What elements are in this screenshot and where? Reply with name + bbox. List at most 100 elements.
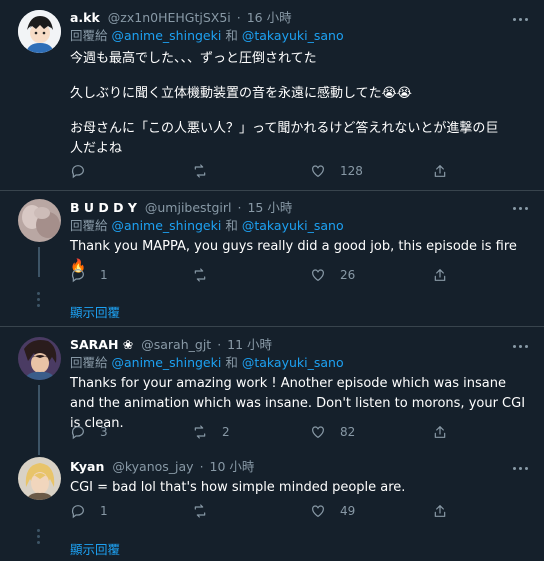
retweet-button[interactable] xyxy=(192,502,222,520)
tweet-paragraph: CGI = bad lol that's how simple minded p… xyxy=(70,480,406,495)
avatar-image xyxy=(18,199,61,242)
retweet-count: 2 xyxy=(222,425,230,439)
thread-dots xyxy=(37,292,41,310)
display-name[interactable]: SARAH ❀ xyxy=(70,337,133,352)
share-button[interactable] xyxy=(432,266,458,284)
avatar-image xyxy=(18,337,61,380)
like-count: 49 xyxy=(340,504,356,518)
tweet-timestamp[interactable]: 11 小時 xyxy=(227,337,272,352)
reply-button[interactable]: 1 xyxy=(70,502,108,520)
share-button[interactable] xyxy=(432,423,458,441)
reply-and: 和 xyxy=(225,28,238,43)
tweet-3[interactable]: SARAH ❀ @sarah_gjt · 11 小時 回覆給 @anime_sh… xyxy=(0,327,544,455)
avatar-image xyxy=(18,10,61,53)
share-icon xyxy=(434,426,446,438)
reply-count: 1 xyxy=(100,268,108,282)
retweet-button[interactable] xyxy=(192,266,222,284)
share-icon xyxy=(434,269,446,281)
like-count: 26 xyxy=(340,268,356,282)
tweet-actions: 128 xyxy=(70,162,470,180)
avatar[interactable] xyxy=(18,337,61,380)
thread-dots xyxy=(37,529,41,547)
separator-dot: · xyxy=(236,10,241,25)
mention-link[interactable]: @anime_shingeki xyxy=(112,28,222,43)
reply-context: 回覆給 @anime_shingeki 和 @takayuki_sano xyxy=(70,218,532,234)
tweet-actions: 1 26 xyxy=(70,266,470,284)
display-name[interactable]: Kyan xyxy=(70,459,104,474)
reply-prefix: 回覆給 xyxy=(70,28,108,43)
tweet-timestamp[interactable]: 16 小時 xyxy=(247,10,292,25)
reply-icon xyxy=(71,165,84,179)
avatar-image xyxy=(18,457,61,500)
retweet-icon xyxy=(194,504,206,518)
tweet-timestamp[interactable]: 15 小時 xyxy=(247,200,292,215)
more-options-icon[interactable] xyxy=(513,339,529,353)
display-name[interactable]: B U D D Y xyxy=(70,200,137,215)
reply-prefix: 回覆給 xyxy=(70,218,108,233)
share-icon xyxy=(434,505,446,517)
tweet-actions: 1 49 xyxy=(70,502,470,520)
tweet-4[interactable]: Kyan @kyanos_jay · 10 小時 CGI = bad lol t… xyxy=(0,452,544,561)
tweet-1[interactable]: a.kk @zx1n0HEHGtjSX5i · 16 小時 回覆給 @anime… xyxy=(0,0,544,190)
show-replies-link[interactable]: 顯示回覆 xyxy=(70,539,120,558)
tweet-paragraph: 今週も最高でした、、、ずっと圧倒されてた xyxy=(70,51,317,66)
reply-button[interactable]: 3 xyxy=(70,423,108,441)
thread-line xyxy=(38,385,40,455)
tweet-header: B U D D Y @umjibestgirl · 15 小時 xyxy=(70,200,532,216)
mention-link[interactable]: @takayuki_sano xyxy=(242,218,344,233)
mention-link[interactable]: @anime_shingeki xyxy=(112,355,222,370)
mention-link[interactable]: @takayuki_sano xyxy=(242,28,344,43)
display-name[interactable]: a.kk xyxy=(70,10,100,25)
heart-icon xyxy=(312,165,324,178)
like-button[interactable]: 128 xyxy=(310,162,363,180)
avatar[interactable] xyxy=(18,199,61,242)
user-handle[interactable]: @umjibestgirl xyxy=(145,200,232,215)
avatar[interactable] xyxy=(18,457,61,500)
tweet-actions: 3 2 82 xyxy=(70,423,470,441)
reply-count: 1 xyxy=(100,504,108,518)
user-handle[interactable]: @kyanos_jay xyxy=(112,459,193,474)
retweet-button[interactable]: 2 xyxy=(192,423,230,441)
user-handle[interactable]: @sarah_gjt xyxy=(141,337,211,352)
share-icon xyxy=(434,165,446,177)
reply-and: 和 xyxy=(225,355,238,370)
reply-button[interactable]: 1 xyxy=(70,266,108,284)
separator-dot: · xyxy=(217,337,222,352)
show-replies-link[interactable]: 顯示回覆 xyxy=(70,302,120,321)
tweet-text: 今週も最高でした、、、ずっと圧倒されてた 久しぶりに聞く立体機動装置の音を永遠に… xyxy=(70,49,532,159)
reply-context: 回覆給 @anime_shingeki 和 @takayuki_sano xyxy=(70,28,532,44)
tweet-header: SARAH ❀ @sarah_gjt · 11 小時 xyxy=(70,337,532,353)
reply-icon xyxy=(71,505,84,519)
reply-prefix: 回覆給 xyxy=(70,355,108,370)
tweet-2[interactable]: B U D D Y @umjibestgirl · 15 小時 回覆給 @ani… xyxy=(0,191,544,326)
separator-dot: · xyxy=(237,200,242,215)
reply-icon xyxy=(71,269,84,283)
like-button[interactable]: 82 xyxy=(310,423,355,441)
tweet-text: CGI = bad lol that's how simple minded p… xyxy=(70,478,532,498)
reply-context: 回覆給 @anime_shingeki 和 @takayuki_sano xyxy=(70,355,532,371)
separator-dot: · xyxy=(199,459,204,474)
like-button[interactable]: 49 xyxy=(310,502,355,520)
more-options-icon[interactable] xyxy=(513,461,529,475)
reply-icon xyxy=(71,426,84,440)
more-options-icon[interactable] xyxy=(513,12,529,26)
retweet-icon xyxy=(194,164,206,178)
mention-link[interactable]: @takayuki_sano xyxy=(242,355,344,370)
reply-count: 3 xyxy=(100,425,108,439)
retweet-icon xyxy=(194,425,206,439)
heart-icon xyxy=(312,426,324,439)
share-button[interactable] xyxy=(432,162,458,180)
avatar[interactable] xyxy=(18,10,61,53)
mention-link[interactable]: @anime_shingeki xyxy=(112,218,222,233)
share-button[interactable] xyxy=(432,502,458,520)
more-options-icon[interactable] xyxy=(513,201,529,215)
retweet-button[interactable] xyxy=(192,162,222,180)
tweet-paragraph: お母さんに「この人悪い人？」って聞かれるけど答えれないとが進撃の巨 人だよね xyxy=(70,121,499,156)
reply-button[interactable] xyxy=(70,162,100,180)
tweet-header: a.kk @zx1n0HEHGtjSX5i · 16 小時 xyxy=(70,10,532,26)
user-handle[interactable]: @zx1n0HEHGtjSX5i xyxy=(108,10,231,25)
like-button[interactable]: 26 xyxy=(310,266,355,284)
tweet-timestamp[interactable]: 10 小時 xyxy=(210,459,255,474)
heart-icon xyxy=(312,505,324,518)
heart-icon xyxy=(312,269,324,282)
